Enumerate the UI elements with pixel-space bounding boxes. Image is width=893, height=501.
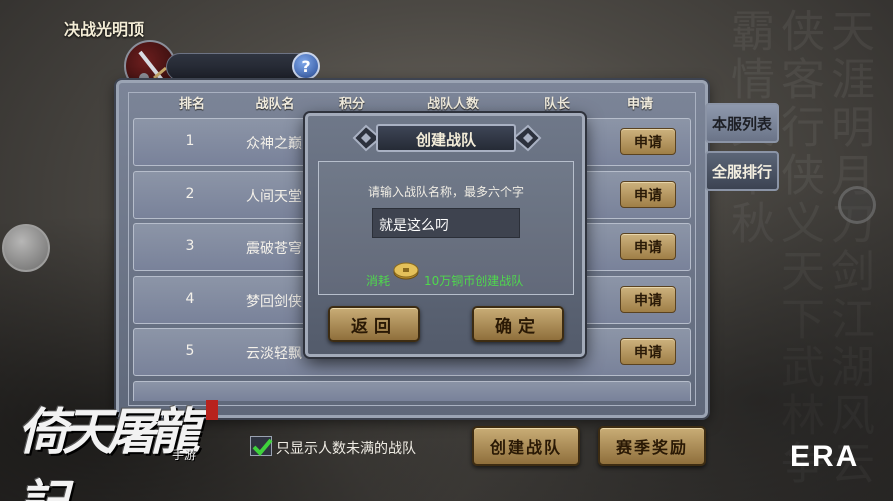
apply-button[interactable]: 申请 bbox=[620, 338, 676, 365]
apply-button[interactable]: 申请 bbox=[620, 233, 676, 260]
tab-global-ranking[interactable]: 全服排行 bbox=[705, 151, 779, 191]
row-rank: 2 bbox=[185, 186, 195, 202]
cost-description: 10万铜币创建战队 bbox=[424, 274, 524, 288]
header-team-name: 战队名 bbox=[255, 97, 295, 112]
tab-server-list[interactable]: 本服列表 bbox=[705, 103, 779, 143]
logo-subtitle: 手游 bbox=[172, 448, 197, 462]
row-rank: 4 bbox=[185, 291, 195, 307]
apply-button[interactable]: 申请 bbox=[620, 181, 676, 208]
row-rank: 5 bbox=[185, 343, 195, 359]
table-header: 排名 战队名 积分 战队人数 队长 申请 bbox=[120, 88, 704, 116]
joystick-icon[interactable] bbox=[838, 186, 876, 224]
help-button[interactable]: ? bbox=[292, 52, 320, 80]
row-rank: 3 bbox=[185, 238, 195, 254]
apply-button[interactable]: 申请 bbox=[620, 128, 676, 155]
confirm-button[interactable]: 确定 bbox=[472, 306, 564, 342]
row-team-name: 梦回剑侠 bbox=[246, 294, 302, 310]
row-team-name: 云淡轻飘 bbox=[246, 346, 302, 362]
filter-checkbox[interactable] bbox=[250, 436, 273, 456]
apply-button[interactable]: 申请 bbox=[620, 286, 676, 313]
create-team-button[interactable]: 创建战队 bbox=[472, 426, 580, 466]
dialog-title: 创建战队 bbox=[415, 131, 476, 149]
row-team-name: 人间天堂 bbox=[246, 189, 302, 205]
header-rank: 排名 bbox=[178, 97, 206, 112]
back-button[interactable]: 返回 bbox=[328, 306, 420, 342]
checkmark-icon bbox=[252, 438, 273, 456]
page-title: 决战光明顶 bbox=[64, 20, 145, 39]
header-captain: 队长 bbox=[543, 97, 571, 112]
header-apply: 申请 bbox=[626, 97, 654, 112]
row-rank: 1 bbox=[185, 133, 195, 149]
logo-seal bbox=[206, 400, 218, 420]
team-name-input[interactable]: 就是这么叼 bbox=[372, 208, 520, 238]
era-watermark: ERA bbox=[790, 440, 860, 473]
row-team-name: 震破苍穹 bbox=[246, 241, 302, 257]
header-member-count: 战队人数 bbox=[426, 97, 480, 112]
cost-label: 消耗 bbox=[366, 274, 391, 288]
game-logo: 倚天屠龍記 bbox=[18, 402, 200, 501]
copper-coin-icon bbox=[393, 262, 419, 280]
ornament-right-icon bbox=[512, 124, 542, 152]
filter-label: 只显示人数未满的战队 bbox=[276, 441, 416, 457]
row-team-name: 众神之巅 bbox=[246, 136, 302, 152]
season-rewards-button[interactable]: 赛季奖励 bbox=[598, 426, 706, 466]
character-avatar-button[interactable] bbox=[2, 224, 50, 272]
dialog-prompt: 请输入战队名称，最多六个字 bbox=[367, 185, 524, 199]
header-score: 积分 bbox=[338, 97, 366, 112]
